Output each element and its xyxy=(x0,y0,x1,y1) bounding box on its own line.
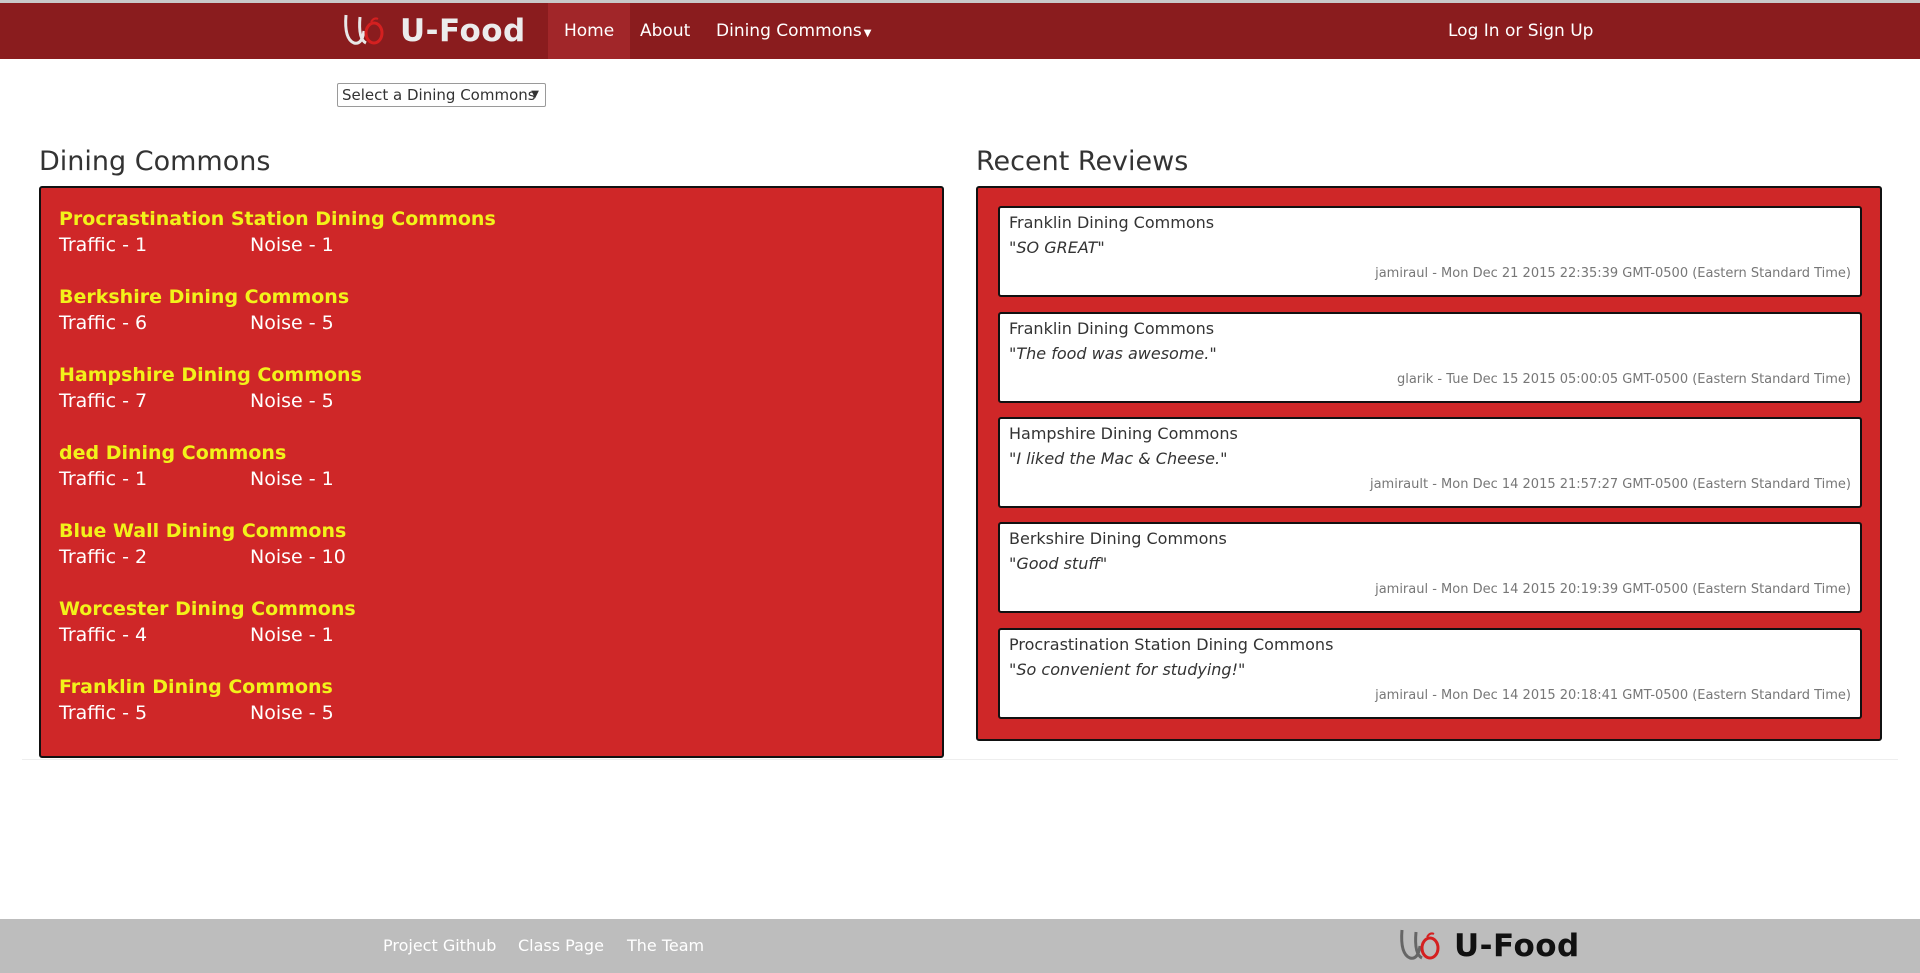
nav-dining-label: Dining Commons xyxy=(716,21,862,41)
review-dining-name: Franklin Dining Commons xyxy=(1009,319,1215,338)
nav-about[interactable]: About xyxy=(624,3,706,59)
content-divider xyxy=(22,759,1898,760)
dining-commons-panel: Procrastination Station Dining Commons T… xyxy=(39,186,944,758)
dining-item: Berkshire Dining Commons Traffic - 6 Nois… xyxy=(59,284,349,336)
traffic-value: Traffic - 1 xyxy=(59,234,148,256)
dining-name-link[interactable]: Worcester Dining Commons xyxy=(59,596,356,622)
dining-commons-heading: Dining Commons xyxy=(39,146,271,177)
dining-item: Worcester Dining Commons Traffic - 4 Nois… xyxy=(59,596,356,648)
review-text: "I liked the Mac & Cheese." xyxy=(1009,449,1228,468)
navbar: U-Food Home About Dining Commons ▼ Log In… xyxy=(0,3,1920,59)
footer: Project Github Class Page The Team U-Foo… xyxy=(0,919,1920,973)
dining-name-link[interactable]: Procrastination Station Dining Commons xyxy=(59,206,496,232)
dining-item: Hampshire Dining Commons Traffic - 7 Nois… xyxy=(59,362,362,414)
footer-brand-logo[interactable]: U-Food xyxy=(1396,924,1580,968)
noise-value: Noise - 1 xyxy=(250,234,334,256)
brand-logo[interactable]: U-Food xyxy=(340,9,526,53)
noise-value: Noise - 5 xyxy=(250,390,334,412)
review-meta: jamiraul - Mon Dec 21 2015 22:35:39 GMT-… xyxy=(1375,266,1851,281)
traffic-value: Traffic - 1 xyxy=(59,468,148,490)
dining-name-link[interactable]: Berkshire Dining Commons xyxy=(59,284,349,310)
dining-item: Blue Wall Dining Commons Traffic - 2 Nois… xyxy=(59,518,346,570)
dining-item: ded Dining Commons Traffic - 1 Noise - 1 xyxy=(59,440,334,492)
dining-name-link[interactable]: Franklin Dining Commons xyxy=(59,674,333,700)
review-card: Franklin Dining Commons "The food was aw… xyxy=(998,312,1862,403)
noise-value: Noise - 5 xyxy=(250,312,334,334)
review-dining-name: Hampshire Dining Commons xyxy=(1009,424,1238,443)
dining-item: Franklin Dining Commons Traffic - 5 Noise… xyxy=(59,674,334,726)
noise-value: Noise - 10 xyxy=(250,546,346,568)
review-meta: glarik - Tue Dec 15 2015 05:00:05 GMT-05… xyxy=(1396,372,1851,387)
noise-value: Noise - 1 xyxy=(250,468,334,490)
nav-home[interactable]: Home xyxy=(548,3,631,59)
footer-team-link[interactable]: The Team xyxy=(627,919,704,973)
u-food-logo-icon xyxy=(344,14,384,45)
review-meta: jamiraul - Mon Dec 14 2015 20:18:41 GMT-… xyxy=(1375,688,1851,703)
review-card: Berkshire Dining Commons "Good stuff" ja… xyxy=(998,522,1862,613)
brand-name: U-Food xyxy=(400,13,526,49)
traffic-value: Traffic - 2 xyxy=(59,546,148,568)
review-text: "So convenient for studying!" xyxy=(1009,660,1246,679)
dining-name-link[interactable]: Blue Wall Dining Commons xyxy=(59,518,346,544)
login-signup-link[interactable]: Log In or Sign Up xyxy=(1432,3,1609,59)
review-dining-name: Procrastination Station Dining Commons xyxy=(1009,635,1334,654)
noise-value: Noise - 1 xyxy=(250,624,334,646)
review-card: Procrastination Station Dining Commons "… xyxy=(998,628,1862,719)
review-text: "Good stuff" xyxy=(1009,554,1108,573)
dining-item: Procrastination Station Dining Commons T… xyxy=(59,206,496,258)
review-dining-name: Franklin Dining Commons xyxy=(1009,213,1215,232)
review-meta: jamirault - Mon Dec 14 2015 21:57:27 GMT… xyxy=(1369,477,1851,492)
traffic-value: Traffic - 7 xyxy=(59,390,148,412)
review-dining-name: Berkshire Dining Commons xyxy=(1009,529,1227,548)
recent-reviews-heading: Recent Reviews xyxy=(976,146,1189,177)
dining-name-link[interactable]: Hampshire Dining Commons xyxy=(59,362,362,388)
traffic-value: Traffic - 4 xyxy=(59,624,148,646)
review-text: "The food was awesome." xyxy=(1009,344,1217,363)
footer-class-page-link[interactable]: Class Page xyxy=(518,919,604,973)
dining-name-link[interactable]: ded Dining Commons xyxy=(59,440,286,466)
recent-reviews-panel: Franklin Dining Commons "SO GREAT" jamir… xyxy=(976,186,1882,741)
footer-brand-name: U-Food xyxy=(1454,928,1580,964)
traffic-value: Traffic - 5 xyxy=(59,702,148,724)
select-label: Select a Dining Commons xyxy=(342,86,536,104)
traffic-value: Traffic - 6 xyxy=(59,312,148,334)
review-card: Hampshire Dining Commons "I liked the Ma… xyxy=(998,417,1862,508)
review-meta: jamiraul - Mon Dec 14 2015 20:19:39 GMT-… xyxy=(1375,582,1851,597)
noise-value: Noise - 5 xyxy=(250,702,334,724)
select-arrow-icon: ▼ xyxy=(531,89,539,100)
dining-commons-select[interactable]: Select a Dining Commons ▼ xyxy=(337,83,546,107)
review-card: Franklin Dining Commons "SO GREAT" jamir… xyxy=(998,206,1862,297)
nav-dining-commons-dropdown[interactable]: Dining Commons ▼ xyxy=(700,3,887,59)
footer-project-github-link[interactable]: Project Github xyxy=(383,919,496,973)
caret-down-icon: ▼ xyxy=(863,28,872,39)
review-text: "SO GREAT" xyxy=(1009,238,1105,257)
u-food-logo-icon xyxy=(1400,929,1440,960)
